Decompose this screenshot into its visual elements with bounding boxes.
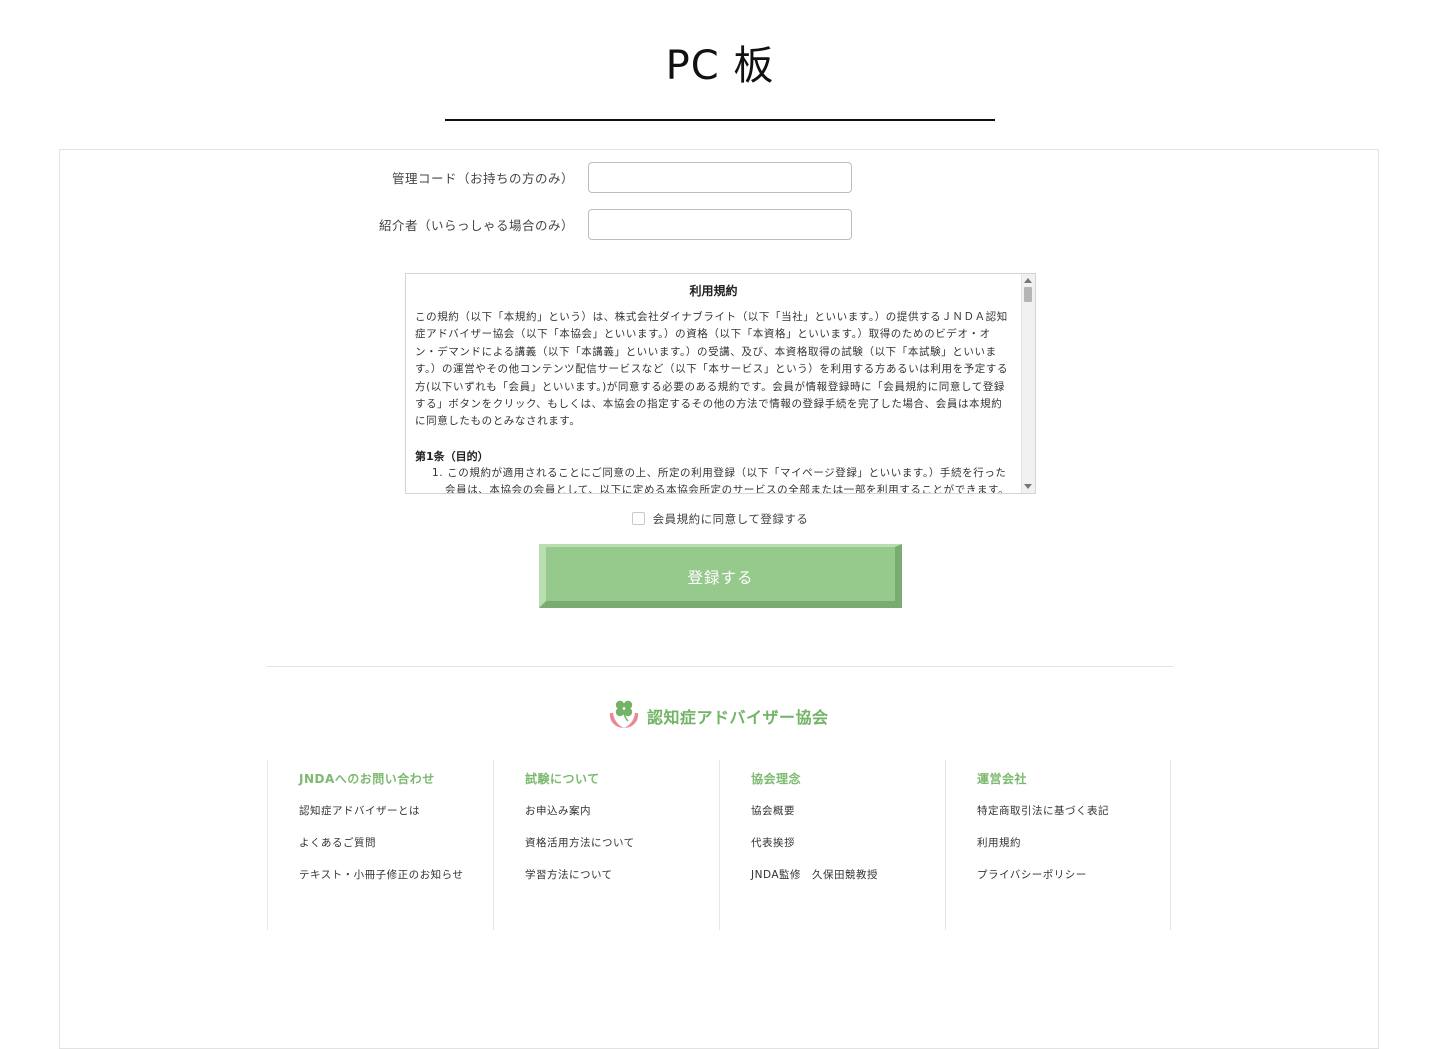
footer-column-heading[interactable]: 運営会社 bbox=[977, 770, 1170, 787]
agree-row: 会員規約に同意して登録する bbox=[60, 511, 1380, 527]
management-code-row: 管理コード（お持ちの方のみ） bbox=[60, 162, 1380, 194]
footer-column-heading[interactable]: 試験について bbox=[525, 770, 719, 787]
clover-hands-logo-icon bbox=[609, 700, 639, 728]
agree-checkbox[interactable] bbox=[631, 512, 645, 525]
terms-article-heading: 第1条（目的） bbox=[415, 449, 489, 463]
referrer-row: 紹介者（いらっしゃる場合のみ） bbox=[60, 209, 1380, 241]
footer-column-company: 運営会社 特定商取引法に基づく表記 利用規約 プライバシーポリシー bbox=[945, 760, 1171, 930]
terms-scroll-box[interactable]: 利用規約 この規約（以下「本規約」という）は、株式会社ダイナブライト（以下「当社… bbox=[405, 273, 1036, 494]
management-code-input[interactable] bbox=[588, 162, 852, 193]
footer-column-heading[interactable]: 協会理念 bbox=[751, 770, 945, 787]
footer-link[interactable]: 特定商取引法に基づく表記 bbox=[977, 804, 1170, 819]
footer-divider bbox=[267, 666, 1173, 667]
register-button[interactable]: 登録する bbox=[539, 544, 902, 608]
page-title: PC 板 bbox=[665, 43, 775, 89]
scroll-down-arrow-icon[interactable] bbox=[1024, 484, 1032, 489]
footer-link[interactable]: 学習方法について bbox=[525, 868, 719, 883]
footer-column-exam: 試験について お申込み案内 資格活用方法について 学習方法について bbox=[493, 760, 719, 930]
footer-link[interactable]: よくあるご質問 bbox=[299, 836, 493, 851]
referrer-label: 紹介者（いらっしゃる場合のみ） bbox=[378, 218, 574, 233]
footer-link[interactable]: JNDA監修 久保田競教授 bbox=[751, 868, 945, 883]
registration-frame: 管理コード（お持ちの方のみ） 紹介者（いらっしゃる場合のみ） 利用規約 この規約… bbox=[59, 149, 1379, 1049]
footer-column-heading[interactable]: JNDAへのお問い合わせ bbox=[299, 770, 493, 787]
terms-content: 利用規約 この規約（以下「本規約」という）は、株式会社ダイナブライト（以下「当社… bbox=[415, 282, 1012, 494]
footer-link[interactable]: 資格活用方法について bbox=[525, 836, 719, 851]
footer-link[interactable]: 協会概要 bbox=[751, 804, 945, 819]
terms-title: 利用規約 bbox=[689, 284, 738, 298]
referrer-input[interactable] bbox=[588, 209, 852, 240]
scroll-thumb[interactable] bbox=[1024, 287, 1032, 302]
footer-link[interactable]: テキスト・小冊子修正のお知らせ bbox=[299, 868, 493, 883]
logo-text: 認知症アドバイザー協会 bbox=[647, 708, 829, 727]
footer-link[interactable]: 利用規約 bbox=[977, 836, 1170, 851]
terms-intro: この規約（以下「本規約」という）は、株式会社ダイナブライト（以下「当社」といいま… bbox=[415, 311, 1009, 428]
footer-link[interactable]: お申込み案内 bbox=[525, 804, 719, 819]
title-divider bbox=[445, 119, 995, 121]
footer-link[interactable]: プライバシーポリシー bbox=[977, 868, 1170, 883]
footer-column-contact: JNDAへのお問い合わせ 認知症アドバイザーとは よくあるご質問 テキスト・小冊… bbox=[267, 760, 493, 930]
terms-scrollbar[interactable] bbox=[1021, 274, 1035, 493]
agree-label[interactable]: 会員規約に同意して登録する bbox=[653, 512, 809, 526]
scroll-up-arrow-icon[interactable] bbox=[1024, 278, 1032, 283]
footer-column-philosophy: 協会理念 協会概要 代表挨拶 JNDA監修 久保田競教授 bbox=[719, 760, 945, 930]
footer-link[interactable]: 代表挨拶 bbox=[751, 836, 945, 851]
management-code-label: 管理コード（お持ちの方のみ） bbox=[391, 171, 574, 186]
terms-article-item: 1. この規約が適用されることにご同意の上、所定の利用登録（以下「マイページ登録… bbox=[432, 466, 1010, 494]
footer-link[interactable]: 認知症アドバイザーとは bbox=[299, 804, 493, 819]
